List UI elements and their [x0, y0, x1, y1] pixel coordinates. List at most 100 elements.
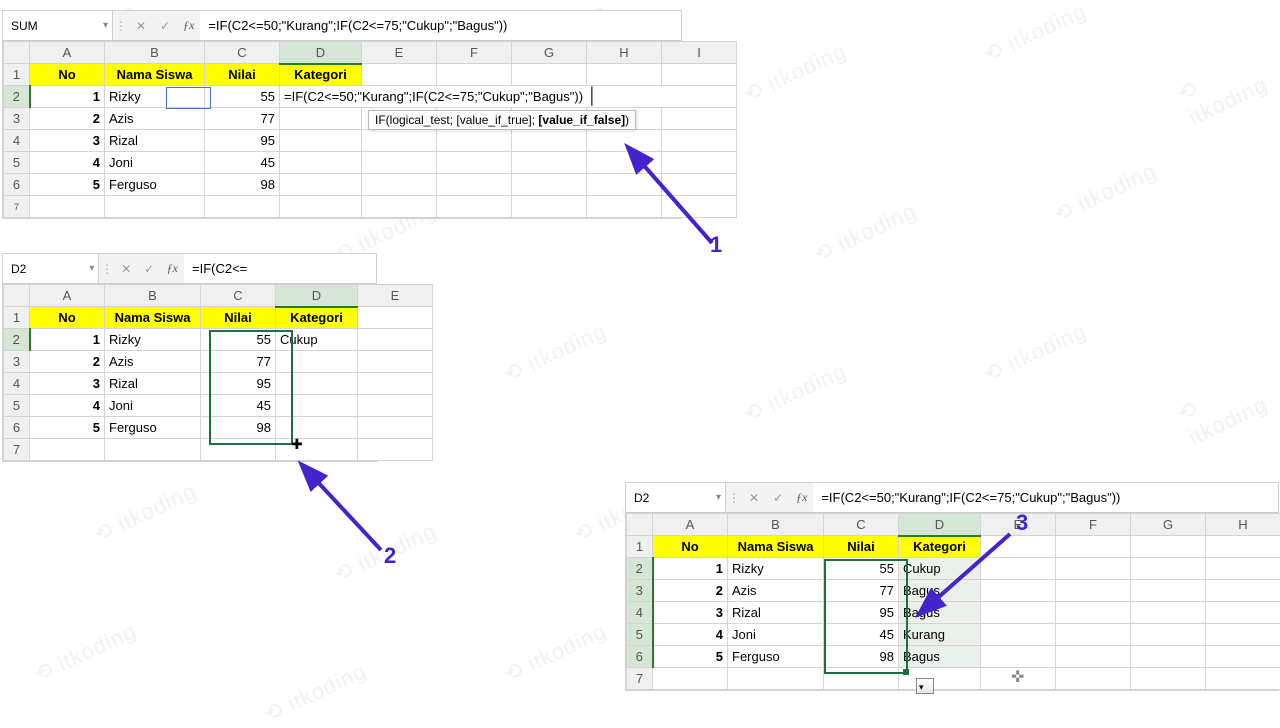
row-header[interactable]: 4 — [627, 602, 653, 624]
cell[interactable] — [437, 64, 512, 86]
cell[interactable] — [653, 668, 728, 690]
cell[interactable]: Nama Siswa — [105, 64, 205, 86]
row-header[interactable]: 2 — [627, 558, 653, 580]
cell[interactable] — [358, 373, 433, 395]
cell[interactable]: 98 — [205, 174, 280, 196]
cell[interactable]: Rizky — [105, 329, 201, 351]
cell[interactable]: Ferguso — [105, 417, 201, 439]
cell[interactable] — [280, 108, 362, 130]
row-header[interactable]: 1 — [4, 64, 30, 86]
col-header-selected[interactable]: D — [276, 285, 358, 307]
cell[interactable]: 5 — [30, 417, 105, 439]
cell[interactable] — [1131, 624, 1206, 646]
autofill-options-button[interactable]: ▾ — [916, 678, 934, 694]
col-header[interactable]: B — [105, 42, 205, 64]
cell[interactable]: Nilai — [205, 64, 280, 86]
cell[interactable] — [276, 373, 358, 395]
formula-input[interactable] — [184, 254, 376, 283]
col-header[interactable]: B — [728, 514, 824, 536]
cell[interactable]: 5 — [653, 646, 728, 668]
cell[interactable] — [1131, 602, 1206, 624]
col-header[interactable]: E — [358, 285, 433, 307]
cell[interactable]: Azis — [105, 108, 205, 130]
col-header[interactable]: A — [30, 285, 105, 307]
cell[interactable] — [728, 668, 824, 690]
cell[interactable] — [358, 351, 433, 373]
cell[interactable]: Cukup — [276, 329, 358, 351]
cell[interactable] — [512, 130, 587, 152]
select-all-corner[interactable] — [4, 42, 30, 64]
col-header[interactable]: H — [1206, 514, 1280, 536]
cancel-button[interactable]: ✕ — [742, 491, 766, 505]
cell[interactable]: Joni — [728, 624, 824, 646]
cell[interactable]: Rizky — [728, 558, 824, 580]
row-header[interactable]: 1 — [627, 536, 653, 558]
cell[interactable]: 45 — [201, 395, 276, 417]
col-header[interactable]: H — [587, 42, 662, 64]
cell[interactable] — [1131, 558, 1206, 580]
fx-icon[interactable]: ƒx — [161, 261, 184, 276]
col-header[interactable]: C — [201, 285, 276, 307]
row-header-selected[interactable]: 2 — [4, 86, 30, 108]
cell[interactable]: Kategori — [276, 307, 358, 329]
col-header[interactable]: C — [824, 514, 899, 536]
col-header[interactable]: F — [437, 42, 512, 64]
row-header[interactable]: 5 — [4, 395, 30, 417]
cell[interactable] — [280, 152, 362, 174]
cell[interactable] — [1206, 602, 1280, 624]
name-box-input[interactable] — [11, 262, 90, 276]
chevron-down-icon[interactable]: ▾ — [716, 492, 721, 503]
chevron-down-icon[interactable]: ▾ — [103, 20, 108, 31]
fx-icon[interactable]: ƒx — [790, 490, 813, 505]
col-header[interactable]: G — [512, 42, 587, 64]
cell[interactable]: Ferguso — [728, 646, 824, 668]
cell[interactable]: 3 — [30, 373, 105, 395]
cell[interactable]: No — [30, 64, 105, 86]
cell[interactable] — [358, 417, 433, 439]
cell[interactable]: Joni — [105, 152, 205, 174]
cell[interactable] — [1056, 536, 1131, 558]
cell-editing[interactable]: =IF(C2<=50;"Kurang";IF(C2<=75;"Cukup";"B… — [280, 86, 737, 108]
cell[interactable]: 98 — [201, 417, 276, 439]
cell[interactable]: Nama Siswa — [728, 536, 824, 558]
cell[interactable]: 77 — [201, 351, 276, 373]
cell[interactable]: 2 — [653, 580, 728, 602]
cell[interactable] — [1056, 646, 1131, 668]
cell[interactable]: 55 — [824, 558, 899, 580]
row-header[interactable]: 5 — [627, 624, 653, 646]
cell[interactable]: 45 — [824, 624, 899, 646]
cell[interactable] — [276, 439, 358, 461]
cell[interactable] — [512, 174, 587, 196]
col-header[interactable]: A — [653, 514, 728, 536]
select-all-corner[interactable] — [627, 514, 653, 536]
cell[interactable]: 95 — [201, 373, 276, 395]
cell[interactable] — [1206, 580, 1280, 602]
cell[interactable]: 55 — [205, 86, 280, 108]
cell[interactable] — [512, 152, 587, 174]
cell[interactable] — [362, 174, 437, 196]
cancel-button[interactable]: ✕ — [129, 19, 153, 33]
row-header[interactable]: 3 — [627, 580, 653, 602]
row-header[interactable]: 3 — [4, 351, 30, 373]
formula-input[interactable] — [200, 11, 681, 40]
chevron-down-icon[interactable]: ▾ — [89, 263, 94, 274]
col-header[interactable]: E — [362, 42, 437, 64]
cell[interactable] — [824, 668, 899, 690]
cell[interactable] — [201, 439, 276, 461]
cell[interactable] — [1056, 668, 1131, 690]
cell[interactable]: 55 — [201, 329, 276, 351]
cell[interactable]: 4 — [30, 152, 105, 174]
select-all-corner[interactable] — [4, 285, 30, 307]
cell[interactable]: 77 — [824, 580, 899, 602]
cell[interactable]: Kategori — [280, 64, 362, 86]
col-header-selected[interactable]: D — [280, 42, 362, 64]
cell[interactable]: 95 — [205, 130, 280, 152]
row-header[interactable]: 7 — [4, 439, 30, 461]
cell[interactable]: 1 — [653, 558, 728, 580]
enter-button[interactable]: ✓ — [138, 262, 161, 276]
cell[interactable] — [362, 64, 437, 86]
cell[interactable]: 45 — [205, 152, 280, 174]
col-header[interactable]: G — [1131, 514, 1206, 536]
cell[interactable]: Rizal — [105, 373, 201, 395]
cell[interactable]: Nama Siswa — [105, 307, 201, 329]
